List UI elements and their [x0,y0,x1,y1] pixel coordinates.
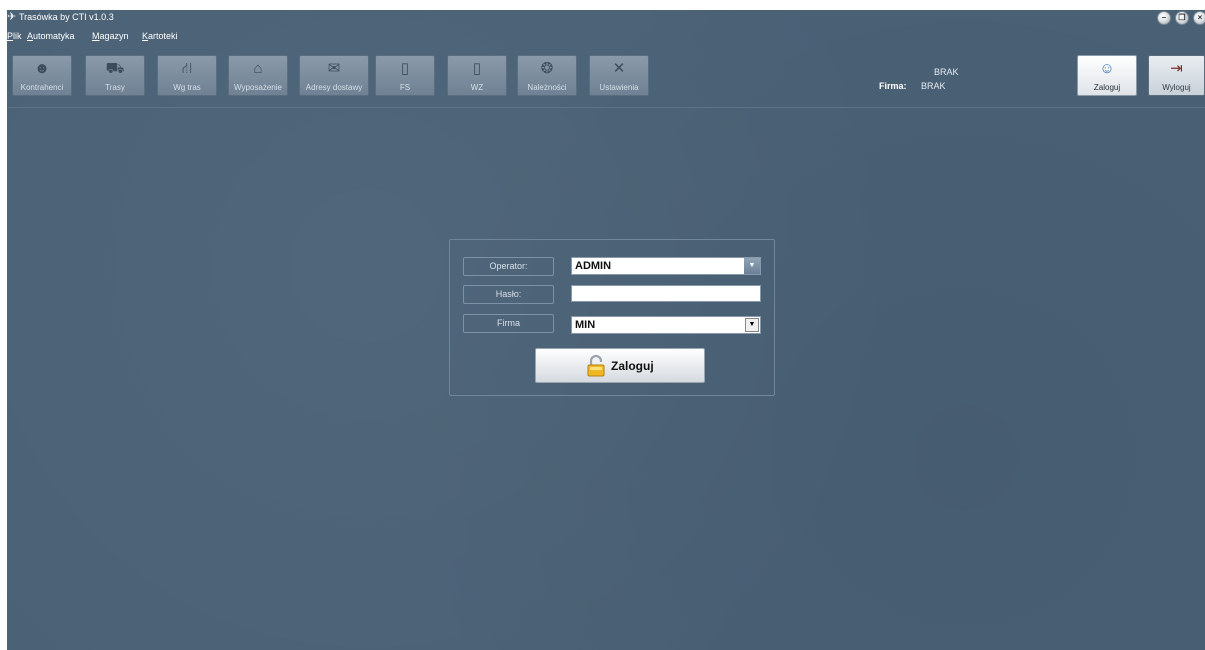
exit-door-icon: ⇥ [1170,60,1183,77]
toolbar-button-wg-tras[interactable]: ⛙ Wg tras [157,55,217,96]
menu-automatyka[interactable]: Automatyka [27,31,75,41]
company-label: Firma [463,314,554,333]
toolbar-label-wyposazenie: Wyposażenie [234,83,282,92]
dropdown-arrow-icon[interactable]: ▼ [745,318,759,332]
close-button[interactable]: × [1193,11,1205,25]
toolbar-button-kontrahenci[interactable]: ☻ Kontrahenci [12,55,72,96]
toolbar-label-fs: FS [399,83,411,92]
document-icon: ▯ [400,60,410,77]
menu-automatyka-rest: utomatyka [33,31,75,41]
truck-icon: ⛟ [105,60,125,77]
operator-label: Operator: [463,257,554,276]
chevron-down-icon[interactable]: ▼ [744,258,760,274]
firma-label: Firma: [879,81,907,91]
toolbar-label-kontrahenci: Kontrahenci [20,83,64,92]
minimize-button[interactable]: – [1157,11,1171,25]
title-bar: ✈ Trasówka by CTI v1.0.3 – ❐ × [7,10,1205,25]
toolbar-button-fs[interactable]: ▯ FS [375,55,435,96]
money-icon: ❂ [540,60,554,77]
toolbar-button-naleznosci[interactable]: ❂ Należności [517,55,577,96]
toolbar-login-label: Zaloguj [1093,83,1121,92]
login-submit-label: Zaloguj [611,359,654,373]
toolbar-label-naleznosci: Należności [527,83,567,92]
toolbar-button-trasy[interactable]: ⛟ Trasy [85,55,145,96]
contacts-icon: ☻ [34,60,50,77]
toolbar-label-wg-tras: Wg tras [173,83,201,92]
status-top: BRAK [934,67,959,77]
padlock-icon [587,355,605,377]
operator-value: ADMIN [575,260,612,272]
menu-magazyn[interactable]: Magazyn [92,31,129,41]
firma-value: BRAK [921,81,946,91]
window-title: Trasówka by CTI v1.0.3 [19,12,114,22]
toolbar-label-trasy: Trasy [105,83,125,92]
company-select[interactable]: MIN ▼ [571,316,761,334]
app-window: ✈ Trasówka by CTI v1.0.3 – ❐ × Plik Auto… [7,10,1205,650]
toolbar-label-wz: WZ [470,83,484,92]
menu-magazyn-rest: agazyn [99,31,129,41]
toolbar-button-adresy-dostawy[interactable]: ✉ Adresy dostawy [299,55,369,96]
menu-kartoteki[interactable]: Kartoteki [142,31,178,41]
toolbar-button-wyposazenie[interactable]: ⌂ Wyposażenie [228,55,288,96]
password-field[interactable] [571,285,761,302]
operator-select[interactable]: ADMIN ▼ [571,257,761,275]
toolbar-label-adresy-dostawy: Adresy dostawy [305,83,363,92]
toolbar: ☻ Kontrahenci ⛟ Trasy ⛙ Wg tras ⌂ Wyposa… [7,49,1205,108]
home-icon: ⌂ [253,60,263,77]
menu-plik-rest: lik [13,31,22,41]
arrows-icon: ✈ [7,11,17,23]
restore-button[interactable]: ❐ [1175,11,1189,25]
tools-icon: ✕ [612,60,626,77]
menu-plik[interactable]: Plik [7,31,22,41]
toolbar-logout-label: Wyloguj [1162,83,1191,92]
user-key-icon: ☺ [1099,60,1115,77]
road-icon: ⛙ [181,60,193,77]
password-label: Hasło: [463,285,554,304]
login-panel: Operator: ADMIN ▼ Hasło: Firma MIN ▼ Zal… [449,239,775,396]
mailbox-icon: ✉ [327,60,341,77]
toolbar-login-button[interactable]: ☺ Zaloguj [1077,55,1137,96]
menu-kartoteki-rest: artoteki [148,31,178,41]
toolbar-logout-button[interactable]: ⇥ Wyloguj [1148,55,1205,96]
toolbar-button-wz[interactable]: ▯ WZ [447,55,507,96]
login-submit-button[interactable]: Zaloguj [535,348,705,383]
toolbar-button-ustawienia[interactable]: ✕ Ustawienia [589,55,649,96]
document-icon: ▯ [472,60,482,77]
company-value: MIN [575,319,596,331]
toolbar-label-ustawienia: Ustawienia [599,83,639,92]
